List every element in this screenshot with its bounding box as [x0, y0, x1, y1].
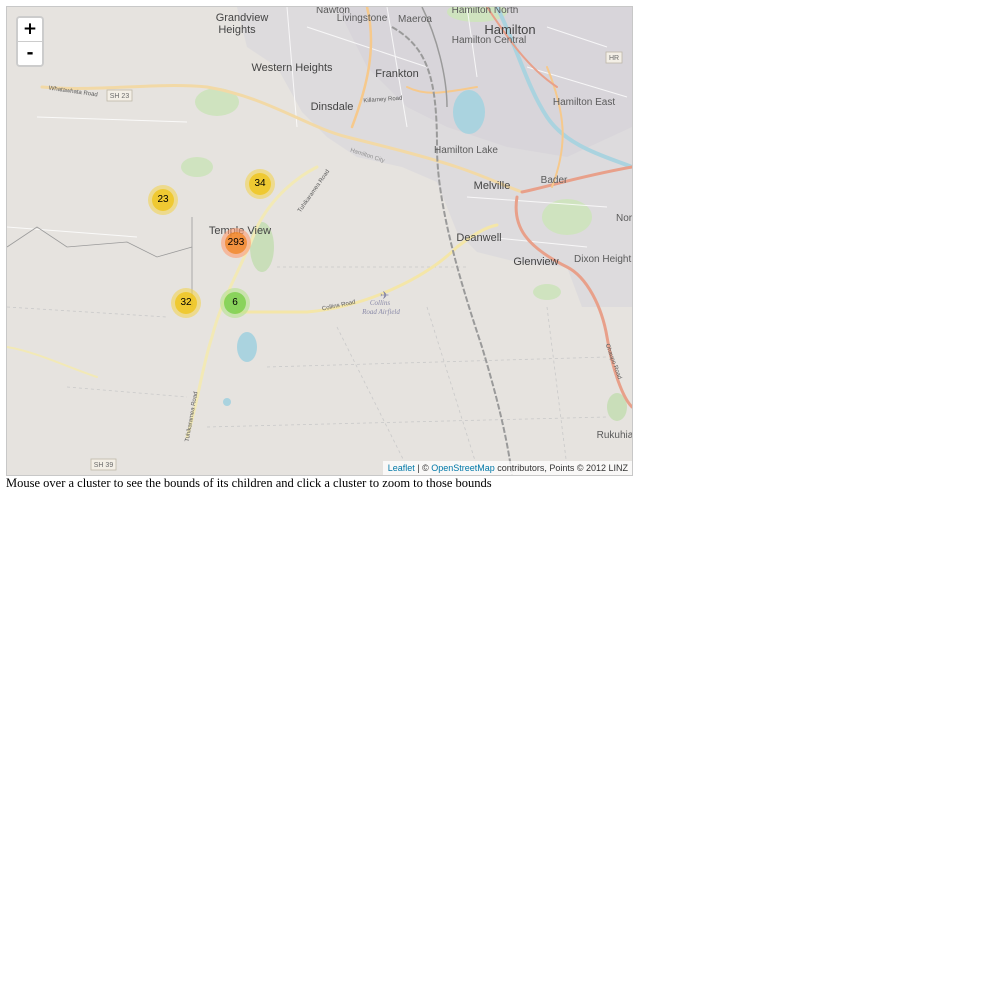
label-heights: Heights [218, 24, 256, 36]
label-hamilton-north: Hamilton North [452, 7, 519, 16]
cluster-count: 23 [152, 189, 174, 211]
map-tiles[interactable]: ✈ Grandview Heights Nawton Livingstone M… [7, 7, 632, 475]
label-collins: Collins [370, 299, 391, 307]
label-road-airfield: Road Airfield [361, 308, 400, 316]
map-container[interactable]: ✈ Grandview Heights Nawton Livingstone M… [6, 6, 633, 476]
cluster-marker-34[interactable]: 34 [245, 169, 275, 199]
label-glenview: Glenview [513, 256, 558, 268]
map-attribution: Leaflet | © OpenStreetMap contributors, … [382, 461, 632, 475]
label-deanwell: Deanwell [456, 232, 501, 244]
instruction-caption: Mouse over a cluster to see the bounds o… [6, 476, 492, 490]
cluster-count: 34 [249, 173, 271, 195]
shield-hr: HR [609, 55, 619, 62]
zoom-control: + - [16, 16, 44, 67]
label-maeroa: Maeroa [398, 14, 432, 25]
zoom-in-button[interactable]: + [18, 18, 42, 41]
cluster-marker-6[interactable]: 6 [220, 288, 250, 318]
label-hamilton-east: Hamilton East [553, 97, 615, 108]
cluster-count: 32 [175, 292, 197, 314]
cluster-count: 293 [225, 232, 247, 254]
label-hamilton: Hamilton [484, 22, 535, 37]
leaflet-link[interactable]: Leaflet [388, 463, 415, 473]
cluster-count: 6 [224, 292, 246, 314]
label-dixon-heights: Dixon Height [574, 254, 631, 265]
openstreetmap-link[interactable]: OpenStreetMap [431, 463, 495, 473]
cluster-marker-32[interactable]: 32 [171, 288, 201, 318]
zoom-out-button[interactable]: - [18, 41, 42, 65]
attribution-separator: | © [414, 463, 432, 473]
shield-sh23: SH 23 [110, 93, 130, 100]
label-frankton: Frankton [375, 68, 418, 80]
shield-sh39: SH 39 [94, 462, 114, 469]
label-melville: Melville [474, 180, 511, 192]
label-western-heights: Western Heights [251, 62, 333, 74]
cluster-marker-23[interactable]: 23 [148, 185, 178, 215]
cluster-marker-293[interactable]: 293 [221, 228, 251, 258]
label-rukuhia: Rukuhia [597, 430, 632, 441]
label-nor: Nor [616, 213, 632, 224]
label-dinsdale: Dinsdale [311, 101, 354, 113]
label-grandview: Grandview [216, 12, 269, 24]
attribution-text: contributors, Points © 2012 LINZ [494, 463, 628, 473]
label-bader: Bader [541, 175, 568, 186]
label-hamilton-lake: Hamilton Lake [434, 145, 498, 156]
label-livingstone: Livingstone [337, 13, 388, 24]
